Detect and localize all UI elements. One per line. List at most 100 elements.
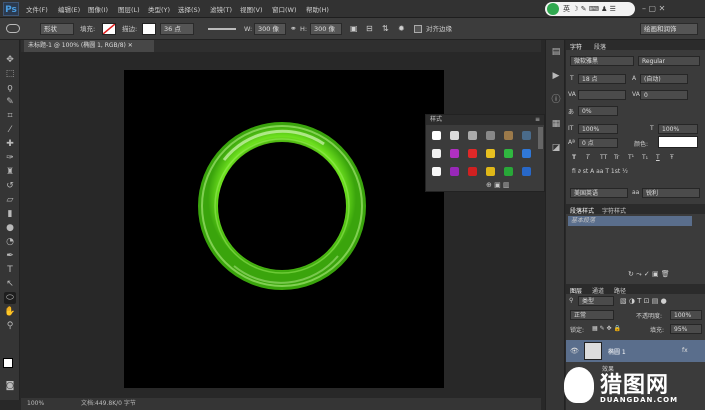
layer-filter-select[interactable]: 类型 xyxy=(578,296,614,306)
stroke-size-field[interactable]: 36 点 xyxy=(160,23,194,35)
style-swatch[interactable] xyxy=(432,149,441,158)
move-tool-icon[interactable]: ✥ xyxy=(4,54,16,66)
typo-button[interactable]: T₁ xyxy=(642,154,648,161)
blend-mode-select[interactable]: 正常 xyxy=(570,310,614,320)
style-swatch[interactable] xyxy=(504,167,513,176)
menu-file[interactable]: 文件(F) xyxy=(26,4,48,14)
font-family-select[interactable]: 微软雅黑 xyxy=(570,56,634,66)
style-swatch[interactable] xyxy=(522,131,531,140)
ellipse-tool-icon[interactable]: ⬭ xyxy=(4,292,16,304)
panel-menu-icon[interactable]: ≡ xyxy=(535,115,540,125)
document-tab[interactable]: 未标题-1 @ 100% (椭圆 1, RGB/8) ✕ xyxy=(24,40,154,52)
style-swatch[interactable] xyxy=(450,167,459,176)
blur-tool-icon[interactable]: ● xyxy=(4,222,16,234)
document-canvas[interactable] xyxy=(124,70,444,388)
eyedropper-tool-icon[interactable]: ⁄ xyxy=(4,124,16,136)
text-color-swatch[interactable] xyxy=(658,136,698,148)
typo-button[interactable]: T¹ xyxy=(628,154,634,161)
layer-filter-icons[interactable]: ▧ ◑ T ⊡ ▤ ● xyxy=(620,297,667,305)
language-select[interactable]: 美国英语 xyxy=(570,188,628,198)
input-method-toolbar[interactable]: 英 ☽ ✎ ⌨ ♟ ☰ xyxy=(545,2,635,16)
style-swatch[interactable] xyxy=(468,131,477,140)
style-swatch[interactable] xyxy=(504,131,513,140)
close-icon[interactable]: ✕ xyxy=(128,42,133,49)
path-ops-icon[interactable]: ▣ xyxy=(350,23,358,35)
height-field[interactable]: 300 像 xyxy=(310,23,342,35)
tab-character-styles[interactable]: 字符样式 xyxy=(602,206,626,215)
menu-layer[interactable]: 图层(L) xyxy=(118,4,140,14)
typo-button[interactable]: T xyxy=(586,154,590,161)
layer-name[interactable]: 椭圆 1 xyxy=(608,347,626,356)
typo-button[interactable]: T xyxy=(572,154,576,161)
hand-tool-icon[interactable]: ✋ xyxy=(4,306,16,318)
tab-channels[interactable]: 通道 xyxy=(592,286,604,295)
path-select-tool-icon[interactable]: ↖ xyxy=(4,278,16,290)
typo-button[interactable]: Tr xyxy=(614,154,619,161)
zoom-tool-icon[interactable]: ⚲ xyxy=(4,320,16,332)
typo-button[interactable]: TT xyxy=(600,154,607,161)
style-swatch[interactable] xyxy=(522,149,531,158)
quick-mask-icon[interactable]: ◙ xyxy=(4,380,16,392)
typo-button[interactable]: Ŧ xyxy=(670,154,674,161)
adjust-panel-icon[interactable]: ◪ xyxy=(550,142,562,154)
style-swatch[interactable] xyxy=(486,131,495,140)
menu-filter[interactable]: 滤镜(T) xyxy=(210,4,232,14)
tab-character[interactable]: 字符 xyxy=(570,42,582,51)
menu-edit[interactable]: 编辑(E) xyxy=(58,4,80,14)
fx-icon[interactable]: fx xyxy=(682,347,688,354)
layer-row[interactable]: 👁 椭圆 1 fx xyxy=(566,340,705,362)
properties-panel-icon[interactable]: ▦ xyxy=(550,118,562,130)
type-tool-icon[interactable]: T xyxy=(4,264,16,276)
dodge-tool-icon[interactable]: ◔ xyxy=(4,236,16,248)
lock-icons[interactable]: ▦ ✎ ✥ 🔒 xyxy=(592,325,621,332)
crop-tool-icon[interactable]: ⌗ xyxy=(4,110,16,122)
fill-field[interactable]: 95% xyxy=(670,324,702,334)
gear-icon[interactable]: ✹ xyxy=(398,23,405,35)
tracking-field[interactable]: 0 xyxy=(640,90,688,100)
menu-help[interactable]: 帮助(H) xyxy=(306,4,329,14)
visibility-eye-icon[interactable]: 👁 xyxy=(570,347,579,355)
new-style-icon[interactable]: ⊕ ▣ ▥ xyxy=(486,181,510,189)
tab-paragraph-styles[interactable]: 段落样式 xyxy=(570,206,594,215)
style-swatch[interactable] xyxy=(486,167,495,176)
opacity-field[interactable]: 100% xyxy=(670,310,702,320)
paragraph-style-item[interactable]: 基本段落 xyxy=(568,216,692,226)
baseline-field[interactable]: 0 点 xyxy=(578,138,618,148)
style-swatch[interactable] xyxy=(432,167,441,176)
kerning-field[interactable] xyxy=(578,90,626,100)
healing-tool-icon[interactable]: ✚ xyxy=(4,138,16,150)
pen-tool-icon[interactable]: ✒ xyxy=(4,250,16,262)
vertical-scale-field[interactable]: 100% xyxy=(578,124,618,134)
ellipse-tool-icon[interactable] xyxy=(6,24,20,33)
history-panel-icon[interactable]: ▤ xyxy=(550,46,562,58)
style-swatch[interactable] xyxy=(432,131,441,140)
menu-select[interactable]: 选择(S) xyxy=(178,4,200,14)
style-swatch[interactable] xyxy=(468,167,477,176)
style-swatch[interactable] xyxy=(522,167,531,176)
stroke-type-select[interactable] xyxy=(208,28,236,30)
fill-swatch[interactable] xyxy=(102,23,116,35)
quick-select-tool-icon[interactable]: ✎ xyxy=(4,96,16,108)
styles-scrollbar[interactable] xyxy=(538,127,543,149)
menu-window[interactable]: 窗口(W) xyxy=(272,4,297,14)
opentype-buttons[interactable]: fi ∂ st A aa T 1st ½ xyxy=(572,168,628,175)
brush-tool-icon[interactable]: ✑ xyxy=(4,152,16,164)
tsume-field[interactable]: 0% xyxy=(578,106,618,116)
font-style-select[interactable]: Regular xyxy=(638,56,700,66)
path-align-icon[interactable]: ⊟ xyxy=(366,23,373,35)
tab-paths[interactable]: 路径 xyxy=(614,286,626,295)
horizontal-scale-field[interactable]: 100% xyxy=(658,124,698,134)
leading-field[interactable]: (自动) xyxy=(640,74,688,84)
menu-view[interactable]: 视图(V) xyxy=(240,4,263,14)
zoom-level[interactable]: 100% xyxy=(27,398,44,410)
window-controls[interactable]: – ▢ ✕ xyxy=(642,4,665,13)
lasso-tool-icon[interactable]: ϙ xyxy=(4,82,16,94)
marquee-tool-icon[interactable]: ⬚ xyxy=(4,68,16,80)
align-edges-checkbox[interactable] xyxy=(414,25,422,33)
document-size[interactable]: 文档:449.8K/0 字节 xyxy=(81,398,136,410)
paragraph-style-actions[interactable]: ↻ ⤳ ✓ ▣ 🗑 xyxy=(628,270,670,279)
stroke-swatch[interactable] xyxy=(142,23,156,35)
info-panel-icon[interactable]: ⓘ xyxy=(550,94,562,106)
tab-layers[interactable]: 图层 xyxy=(570,286,582,295)
foreground-color-swatch[interactable] xyxy=(3,358,13,368)
